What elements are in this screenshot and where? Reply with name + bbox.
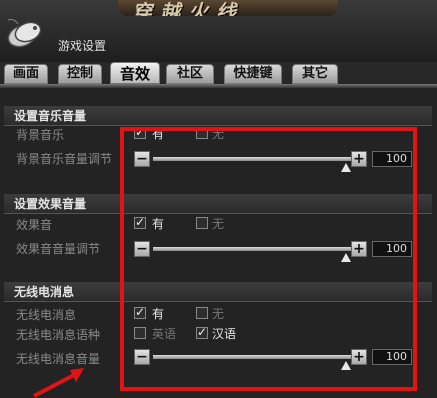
game-logo-text: 穿越火线 <box>132 0 244 16</box>
tab-hotkeys[interactable]: 快捷键 <box>224 64 282 84</box>
game-logo: 穿越火线 <box>118 0 338 16</box>
music-volume-label: 背景音乐音量调节 <box>16 152 113 166</box>
effect-toggle-label: 效果音 <box>16 218 53 232</box>
header: 穿越火线 游戏设置 <box>0 0 437 62</box>
radio-toggle-label: 无线电消息 <box>16 308 77 322</box>
radio-volume-label: 无线电消息音量 <box>16 352 101 366</box>
settings-window: 穿越火线 游戏设置 画面 控制 音效 社区 快捷键 其它 设置音乐音量 背景音乐… <box>0 0 437 398</box>
effect-volume-label: 效果音音量调节 <box>16 242 101 256</box>
music-section-title: 设置音乐音量 <box>4 106 432 126</box>
annotation-highlight-box <box>120 127 417 391</box>
music-toggle-label: 背景音乐 <box>16 128 65 142</box>
tab-other[interactable]: 其它 <box>292 64 338 84</box>
dog-tag-icon <box>7 19 42 48</box>
window-title: 游戏设置 <box>58 39 107 53</box>
tab-bar: 画面 控制 音效 社区 快捷键 其它 <box>2 62 435 84</box>
radio-language-label: 无线电消息语种 <box>16 328 101 342</box>
tab-sound[interactable]: 音效 <box>110 62 160 84</box>
tab-community[interactable]: 社区 <box>166 64 214 84</box>
tab-graphics[interactable]: 画面 <box>4 64 48 84</box>
tab-controls[interactable]: 控制 <box>58 64 102 84</box>
annotation-arrow-icon <box>33 368 84 398</box>
